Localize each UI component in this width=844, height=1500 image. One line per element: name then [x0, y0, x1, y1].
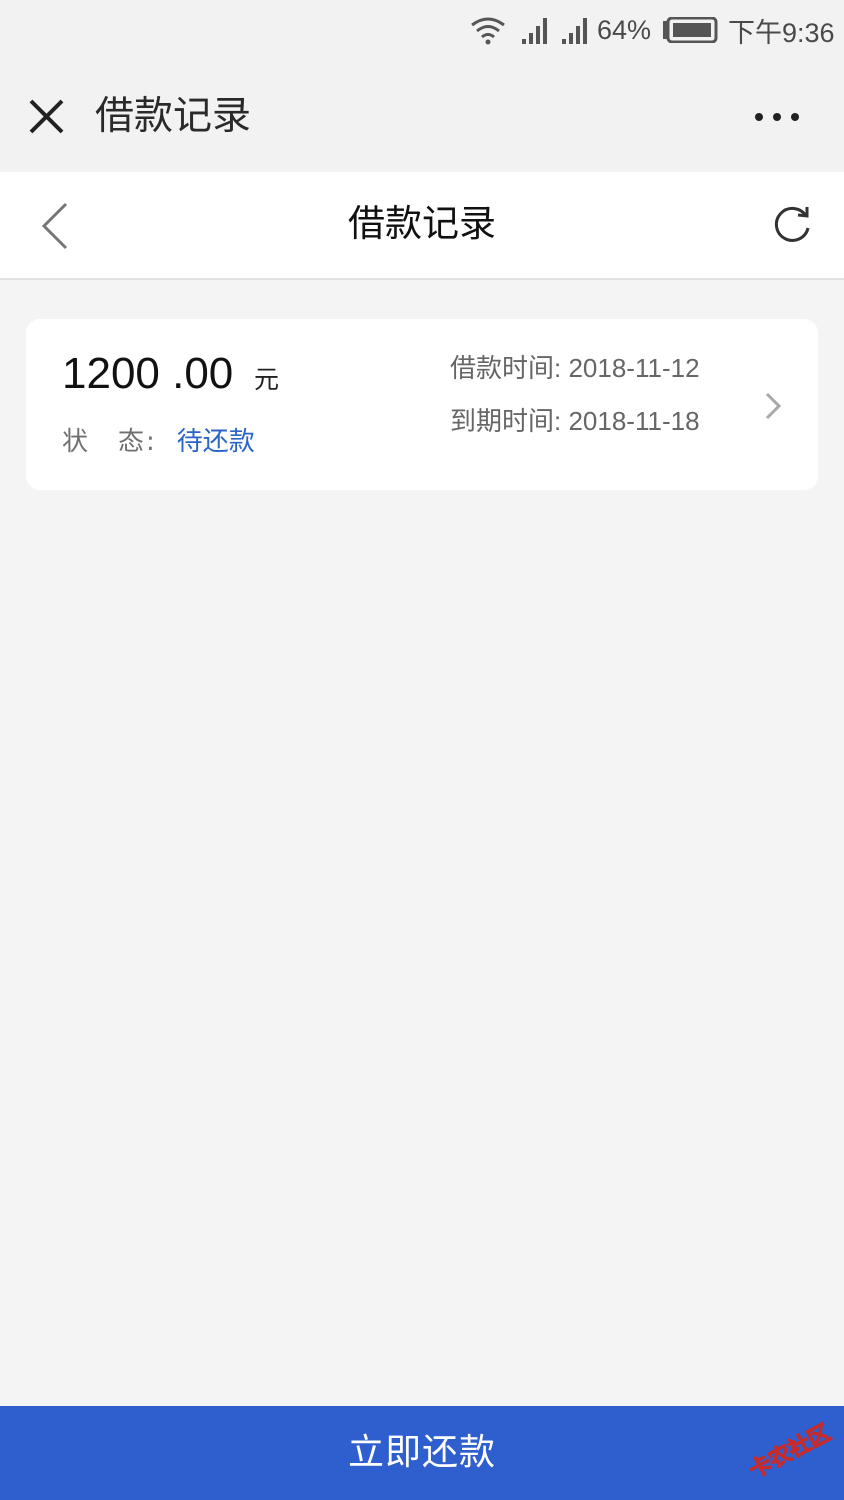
loan-date-label: 借款时间:	[450, 353, 562, 383]
refresh-icon[interactable]	[768, 202, 816, 250]
loan-date-row: 借款时间: 2018-11-12	[450, 350, 700, 386]
status-row: 状 态: 待还款	[62, 419, 255, 459]
wifi-icon	[470, 12, 506, 48]
loan-record-card[interactable]: 1200 .00 元 状 态: 待还款 借款时间: 2018-11-12 到期时…	[26, 319, 818, 490]
chevron-right-icon	[760, 389, 786, 423]
signal-icon	[520, 12, 548, 48]
clock: 下午9:36	[728, 17, 835, 48]
status-bar: 64% 下午9:36	[0, 0, 844, 62]
status-label: 状 态:	[62, 426, 157, 457]
close-icon[interactable]	[22, 92, 72, 142]
status-value: 待还款	[176, 426, 255, 457]
app-bar-title: 借款记录	[95, 94, 252, 139]
amount-unit: 元	[254, 365, 280, 394]
page-header: 借款记录	[0, 172, 844, 280]
loan-amount: 1200 .00	[62, 349, 234, 398]
page-title: 借款记录	[348, 202, 496, 245]
battery-percent: 64%	[597, 14, 652, 45]
signal-icon-2	[560, 12, 588, 48]
loan-date-value: 2018-11-12	[568, 353, 700, 383]
battery-icon	[662, 12, 718, 48]
more-options-icon[interactable]	[750, 100, 804, 134]
due-date-label: 到期时间:	[450, 406, 562, 436]
due-date-row: 到期时间: 2018-11-18	[450, 403, 700, 439]
repay-now-button[interactable]: 立即还款	[0, 1406, 844, 1500]
app-bar: 借款记录	[0, 62, 844, 172]
due-date-value: 2018-11-18	[568, 406, 700, 436]
